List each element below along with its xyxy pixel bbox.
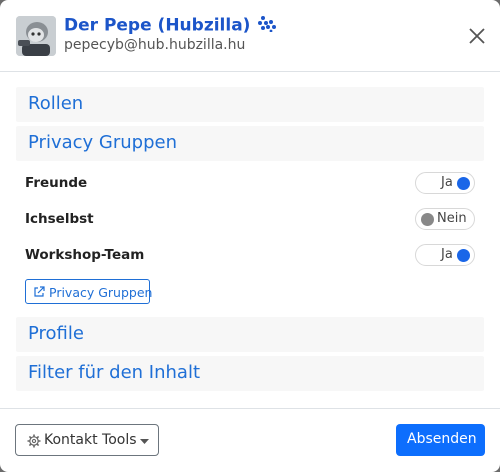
group-label: Ichselbst bbox=[25, 211, 94, 227]
gear-icon bbox=[27, 434, 41, 448]
caret-down-icon bbox=[140, 439, 149, 444]
snowflake-icon bbox=[256, 14, 278, 37]
external-link-icon bbox=[34, 286, 45, 297]
section-profile-label: Profile bbox=[28, 323, 84, 344]
absenden-button[interactable]: Absenden bbox=[396, 424, 485, 456]
section-filter[interactable]: Filter für den Inhalt bbox=[16, 356, 484, 391]
section-profile[interactable]: Profile bbox=[16, 317, 484, 352]
group-label: Workshop-Team bbox=[25, 247, 145, 263]
section-rollen-label: Rollen bbox=[28, 93, 84, 114]
toggle-state: Ja bbox=[441, 175, 453, 190]
toggle-state: Nein bbox=[437, 211, 467, 226]
section-privacy-gruppen[interactable]: Privacy Gruppen bbox=[16, 126, 484, 161]
kontakt-tools-label: Kontakt Tools bbox=[44, 432, 137, 448]
contact-modal: Der Pepe (Hubzilla) pepecyb@hub.hubzilla… bbox=[0, 0, 500, 472]
toggle-knob bbox=[457, 177, 470, 190]
group-toggle-freunde[interactable]: Ja bbox=[415, 172, 475, 194]
toggle-knob bbox=[457, 249, 470, 262]
close-icon[interactable] bbox=[467, 26, 487, 46]
absenden-label: Absenden bbox=[407, 431, 477, 447]
section-rollen[interactable]: Rollen bbox=[16, 87, 484, 122]
group-toggle-ichselbst[interactable]: Nein bbox=[415, 208, 475, 230]
toggle-knob bbox=[421, 213, 434, 226]
modal-title: Der Pepe (Hubzilla) bbox=[64, 14, 278, 37]
contact-name: Der Pepe (Hubzilla) bbox=[64, 15, 251, 36]
section-filter-label: Filter für den Inhalt bbox=[28, 362, 201, 383]
avatar bbox=[16, 16, 56, 56]
modal-footer: Kontakt Tools Absenden bbox=[0, 408, 500, 472]
group-row-ichselbst: Ichselbst Nein bbox=[25, 208, 475, 232]
privacy-gruppen-link-button[interactable]: Privacy Gruppen bbox=[25, 279, 153, 304]
group-label: Freunde bbox=[25, 175, 88, 191]
modal-header: Der Pepe (Hubzilla) pepecyb@hub.hubzilla… bbox=[0, 0, 500, 72]
group-toggle-workshop-team[interactable]: Ja bbox=[415, 244, 475, 266]
privacy-gruppen-link-label: Privacy Gruppen bbox=[49, 285, 153, 300]
toggle-state: Ja bbox=[441, 247, 453, 262]
contact-address: pepecyb@hub.hubzilla.hu bbox=[64, 37, 246, 53]
group-row-workshop-team: Workshop-Team Ja bbox=[25, 244, 475, 268]
group-row-freunde: Freunde Ja bbox=[25, 172, 475, 196]
kontakt-tools-button[interactable]: Kontakt Tools bbox=[15, 424, 159, 456]
section-privacy-gruppen-label: Privacy Gruppen bbox=[28, 132, 177, 153]
